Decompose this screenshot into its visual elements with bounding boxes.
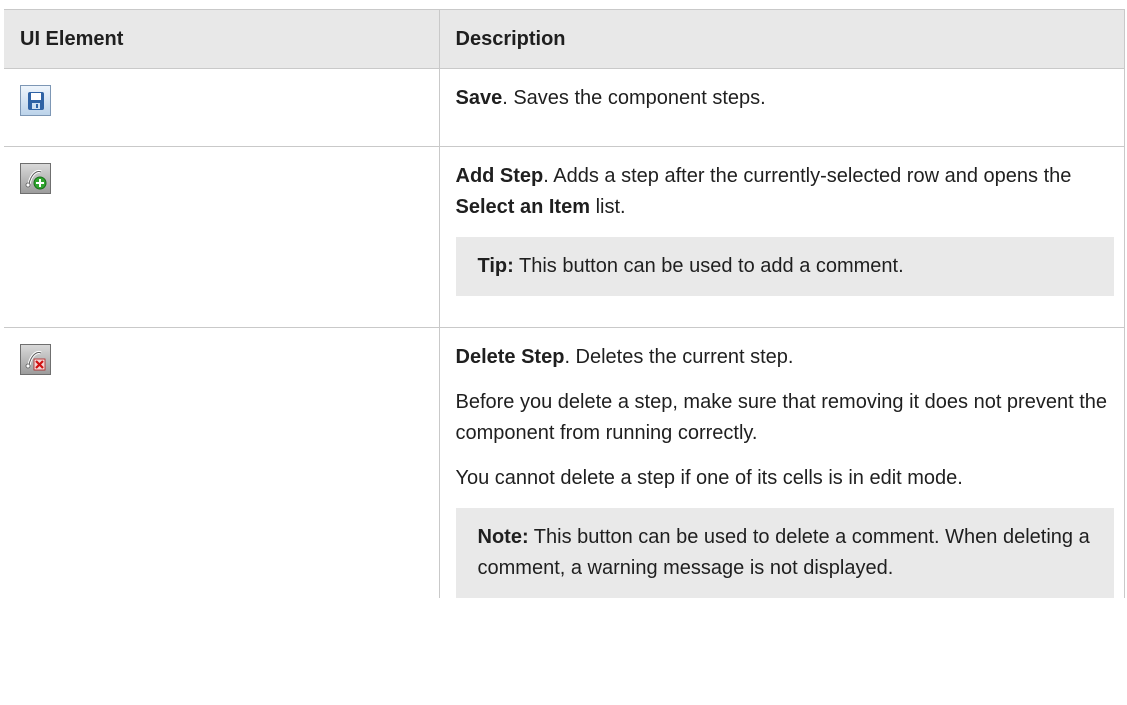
save-icon[interactable] [20,85,51,116]
description-text: Delete Step. Deletes the current step. [455,346,794,368]
table-row: Add Step. Adds a step after the currentl… [4,146,1125,328]
table-header-row: UI Element Description [4,9,1125,69]
tip-text: This button can be used to add a comment… [513,255,904,277]
description-cell: Delete Step. Deletes the current step. B… [438,327,1125,598]
ui-element-cell [4,146,439,328]
description-cell: Save. Saves the component steps. [438,68,1125,147]
description-text: Add Step. Adds a step after the currentl… [455,165,1072,218]
header-description: Description [438,9,1125,69]
delete-step-icon[interactable] [20,344,51,375]
description-paragraph: You cannot delete a step if one of its c… [455,467,963,489]
ui-elements-table: UI Element Description Save. Saves the c… [4,9,1125,598]
element-title: Save [455,87,503,109]
element-title: Add Step [455,165,544,187]
add-step-icon[interactable] [20,163,51,194]
description-cell: Add Step. Adds a step after the currentl… [438,146,1125,328]
tip-label: Tip: [477,255,514,277]
note-label: Note: [477,526,529,548]
element-title: Delete Step [455,346,565,368]
ui-element-cell [4,68,439,147]
ui-element-cell [4,328,439,599]
description-text: Save. Saves the component steps. [455,87,766,109]
note-box: Note: This button can be used to delete … [455,508,1114,598]
description-paragraph: Before you delete a step, make sure that… [455,391,1108,444]
table-row: Delete Step. Deletes the current step. B… [4,327,1125,599]
tip-box: Tip: This button can be used to add a co… [455,237,1114,296]
note-text: This button can be used to delete a comm… [477,526,1090,579]
table-row: Save. Saves the component steps. [4,68,1125,147]
header-ui-element: UI Element [4,9,439,69]
